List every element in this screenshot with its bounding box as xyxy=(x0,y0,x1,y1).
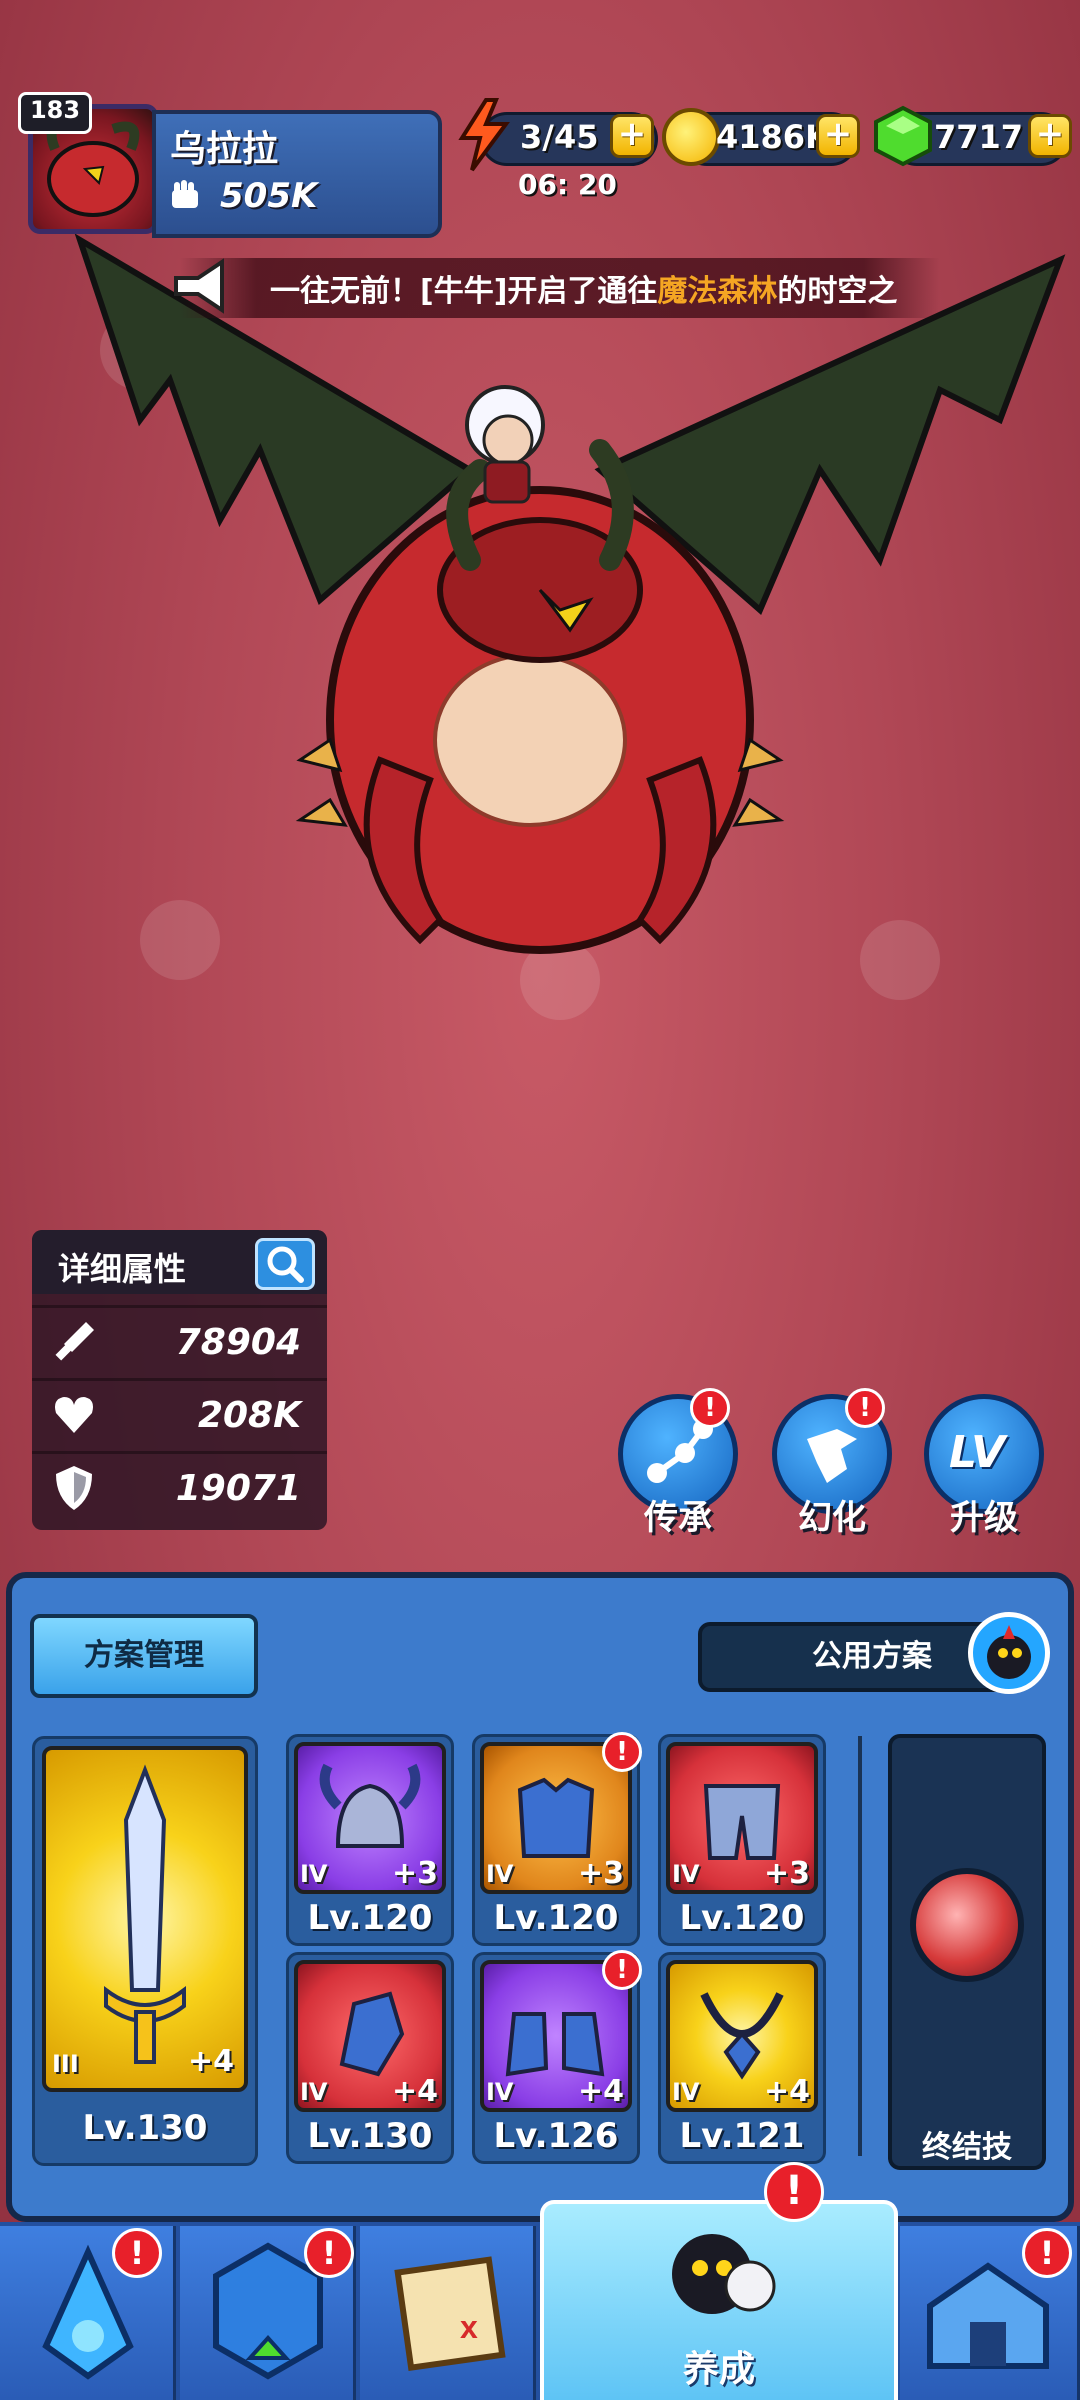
upgrade-label: 升级 xyxy=(950,1498,1018,1538)
stats-title: 详细属性 xyxy=(58,1250,187,1288)
stat-row-hp: 208K xyxy=(32,1378,327,1451)
transform-label: 幻化 xyxy=(798,1498,866,1538)
combat-power: 505K xyxy=(220,176,318,216)
energy-timer: 06: 20 xyxy=(518,168,617,201)
treasure-map-icon: x xyxy=(394,2256,506,2372)
helmet-tier: IV xyxy=(300,1860,328,1888)
plan-management-button[interactable]: 方案管理 xyxy=(30,1614,258,1698)
stats-search-button[interactable] xyxy=(255,1238,315,1290)
helmet-level: Lv.120 xyxy=(307,1898,433,1938)
weapon-tier: III xyxy=(52,2050,79,2078)
finisher-slot[interactable] xyxy=(888,1734,1046,2170)
stat-row-attack: 78904 xyxy=(32,1305,327,1378)
nav-cultivate-alert: ! xyxy=(764,2162,824,2222)
boots-level: Lv.126 xyxy=(493,2116,619,2156)
attack-value: 78904 xyxy=(175,1322,301,1363)
nav-crystal-alert: ! xyxy=(112,2228,162,2278)
megaphone-icon xyxy=(174,258,224,314)
armor-alert-badge: ! xyxy=(602,1732,642,1772)
weapon-plus: +4 xyxy=(188,2044,235,2079)
nav-cultivate-label: 养成 xyxy=(682,2349,755,2390)
transform-alert-badge: ! xyxy=(845,1388,885,1428)
inherit-alert-badge: ! xyxy=(690,1388,730,1428)
gloves-level: Lv.130 xyxy=(307,2116,433,2156)
public-plan-avatar[interactable] xyxy=(968,1612,1050,1694)
stat-row-defense: 19071 xyxy=(32,1451,327,1524)
pants-tier: IV xyxy=(672,1860,700,1888)
fist-icon xyxy=(172,180,198,208)
boots-plus: +4 xyxy=(578,2074,625,2109)
gloves-tier: IV xyxy=(300,2078,328,2106)
pants-level: Lv.120 xyxy=(679,1898,805,1938)
weapon-slot[interactable] xyxy=(42,1746,248,2092)
broadcast-message: 一往无前！[牛牛]开启了通往魔法森林的时空之 xyxy=(270,274,898,309)
necklace-level: Lv.121 xyxy=(679,2116,805,2156)
gold-coin-icon xyxy=(662,108,720,166)
defense-value: 19071 xyxy=(175,1468,301,1509)
weapon-level: Lv.130 xyxy=(82,2108,208,2148)
necklace-tier: IV xyxy=(672,2078,700,2106)
sword-item-icon xyxy=(104,1764,186,2064)
necklace-plus: +4 xyxy=(764,2074,811,2109)
player-name: 乌拉拉 xyxy=(170,129,279,170)
boots-tier: IV xyxy=(486,2078,514,2106)
panel-divider xyxy=(858,1736,862,2156)
pants-plus: +3 xyxy=(764,1856,811,1891)
inherit-label: 传承 xyxy=(644,1498,712,1538)
energy-value: 3/45 xyxy=(520,118,599,156)
finisher-label: 终结技 xyxy=(922,2130,1012,2165)
gem-plus-button[interactable]: + xyxy=(1028,114,1072,158)
nav-rune-alert: ! xyxy=(304,2228,354,2278)
search-icon xyxy=(267,1246,304,1283)
helmet-plus: +3 xyxy=(392,1856,439,1891)
hp-value: 208K xyxy=(197,1395,301,1436)
nav-shop-alert: ! xyxy=(1022,2228,1072,2278)
nav-tab-map[interactable]: x xyxy=(360,2226,536,2400)
broadcast-highlight: 魔法森林 xyxy=(657,274,778,309)
level-up-icon: LV xyxy=(949,1427,1006,1478)
green-gem-icon xyxy=(874,105,932,167)
shadow-pet-icon xyxy=(672,2234,776,2314)
shadow-pet-icon xyxy=(987,1625,1031,1679)
player-level-badge: 183 xyxy=(18,92,92,134)
gold-value: 4186K xyxy=(716,118,830,156)
lightning-icon xyxy=(458,98,510,172)
gloves-plus: +4 xyxy=(392,2074,439,2109)
svg-text:x: x xyxy=(460,2309,478,2345)
gem-value: 7717 xyxy=(934,118,1024,156)
armor-tier: IV xyxy=(486,1860,514,1888)
boots-alert-badge: ! xyxy=(602,1950,642,1990)
finisher-orb-icon xyxy=(910,1868,1024,1982)
armor-level: Lv.120 xyxy=(493,1898,619,1938)
gold-plus-button[interactable]: + xyxy=(816,114,860,158)
armor-plus: +3 xyxy=(578,1856,625,1891)
energy-plus-button[interactable]: + xyxy=(610,114,654,158)
